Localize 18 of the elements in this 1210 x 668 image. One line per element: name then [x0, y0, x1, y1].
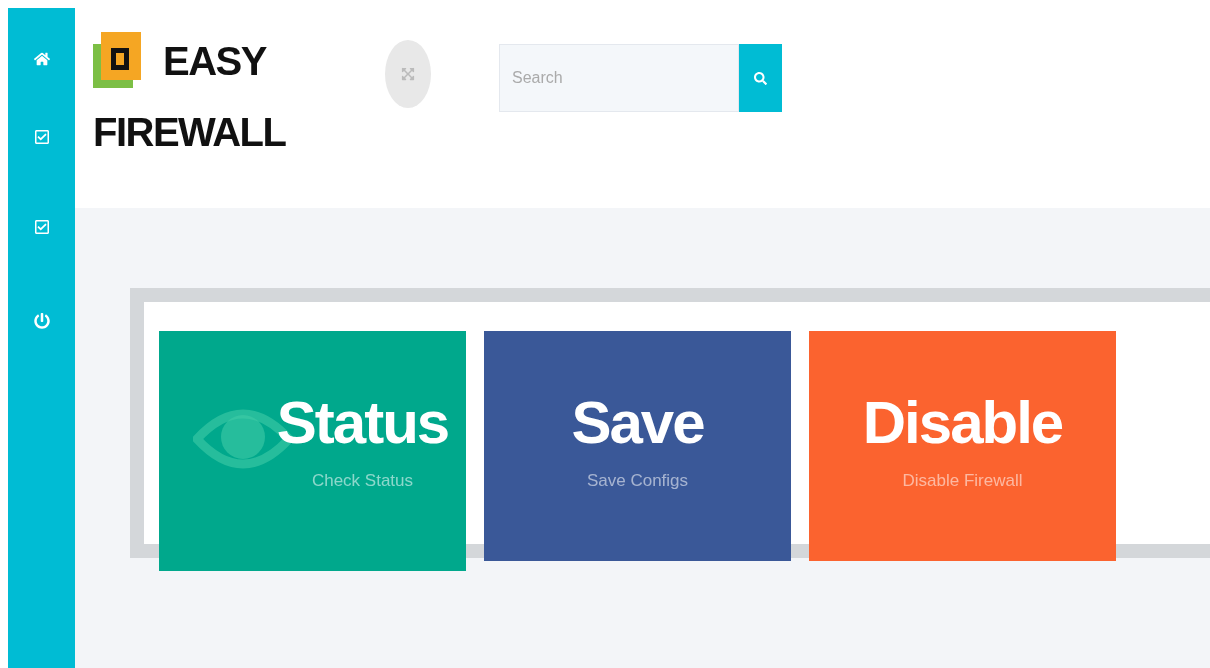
tile-subtitle: Check Status [311, 471, 414, 491]
tile-title: Status [276, 393, 449, 453]
tile-subtitle: Disable Firewall [902, 471, 1023, 491]
checkbox-icon [33, 219, 50, 235]
tile-title: Save [571, 393, 704, 453]
search-icon [754, 71, 767, 85]
power-icon [33, 313, 50, 329]
search-field[interactable]: Search [499, 44, 739, 112]
tile-button[interactable]: Status Check Status [159, 331, 466, 571]
home-icon [33, 51, 50, 67]
checkbox-icon [33, 129, 50, 145]
tile-button[interactable]: Save Save Configs [484, 331, 791, 561]
search-button[interactable] [739, 44, 782, 112]
logo-text: EASY [163, 41, 266, 81]
tile-subtitle: Save Configs [586, 471, 689, 491]
expand-icon [401, 67, 415, 81]
tile-button[interactable]: Disable Disable Firewall [809, 331, 1116, 561]
tile-title: Disable [862, 393, 1063, 453]
